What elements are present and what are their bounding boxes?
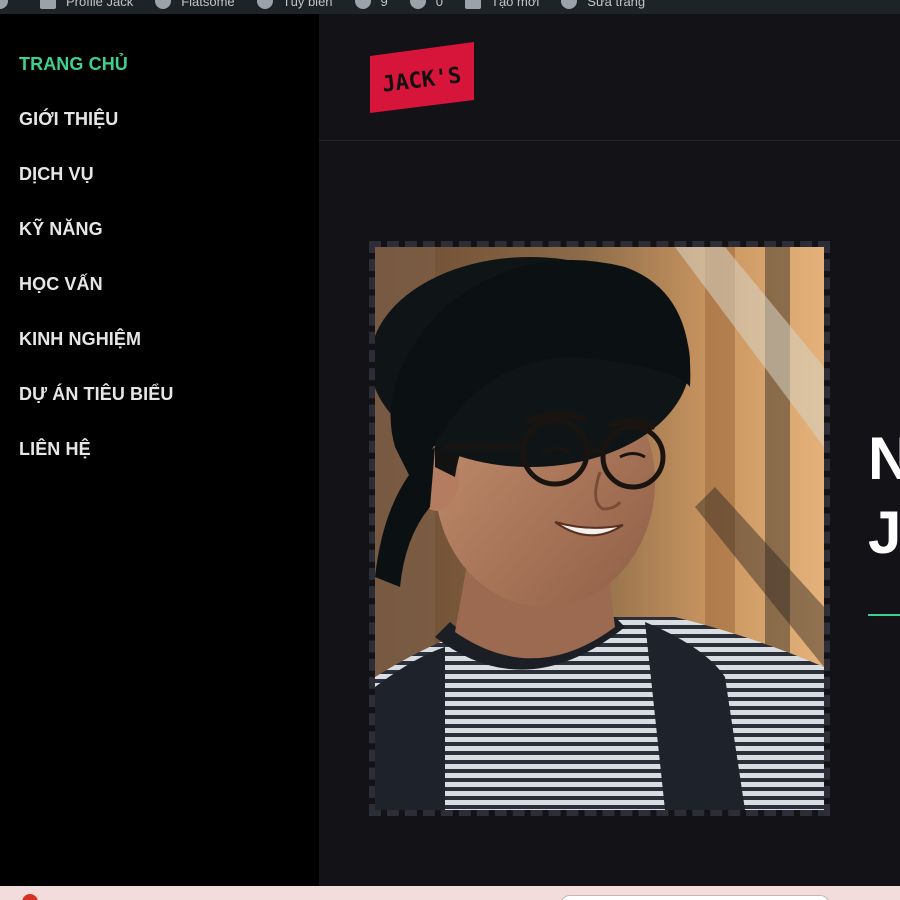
admin-bar-edit[interactable]: Sửa trang bbox=[561, 0, 645, 9]
hero-title-line2: J bbox=[868, 499, 900, 566]
browser-bottom-bar bbox=[0, 886, 900, 900]
nav-item-trang-chu[interactable]: TRANG CHỦ bbox=[19, 52, 173, 107]
updates-icon bbox=[354, 0, 371, 9]
nav-item-gioi-thieu[interactable]: GIỚI THIỆU bbox=[19, 107, 173, 162]
admin-bar-new[interactable]: Tạo mới bbox=[465, 0, 539, 9]
home-icon bbox=[40, 0, 56, 9]
admin-bar: Profile Jack Flatsome Tùy biến 9 0 Tạo m… bbox=[0, 0, 900, 14]
nav-item-kinh-nghiem[interactable]: KINH NGHIỆM bbox=[19, 327, 173, 382]
plus-icon bbox=[465, 0, 482, 9]
edit-icon bbox=[561, 0, 578, 9]
bottom-input[interactable] bbox=[560, 895, 830, 900]
nav-item-dich-vu[interactable]: DỊCH VỤ bbox=[19, 162, 173, 217]
wordpress-icon bbox=[0, 0, 8, 9]
admin-bar-site[interactable]: Profile Jack bbox=[40, 0, 133, 9]
nav-item-ky-nang[interactable]: KỸ NĂNG bbox=[19, 217, 173, 272]
admin-bar-updates[interactable]: 9 bbox=[354, 0, 388, 9]
sidebar: TRANG CHỦ GIỚI THIỆU DỊCH VỤ KỸ NĂNG HỌC… bbox=[0, 14, 319, 886]
sidebar-nav: TRANG CHỦ GIỚI THIỆU DỊCH VỤ KỸ NĂNG HỌC… bbox=[19, 52, 173, 492]
admin-bar-theme[interactable]: Flatsome bbox=[155, 0, 235, 9]
hero-section: N J bbox=[319, 142, 900, 886]
admin-bar-wordpress[interactable] bbox=[0, 0, 18, 9]
admin-bar-comments[interactable]: 0 bbox=[409, 0, 443, 9]
site-header: JACK'S bbox=[319, 14, 900, 141]
nav-item-lien-he[interactable]: LIÊN HỆ bbox=[19, 437, 173, 492]
hero-title-line1: N bbox=[868, 425, 900, 492]
profile-photo-frame bbox=[369, 241, 830, 816]
profile-photo bbox=[375, 247, 824, 810]
hero-title: N J bbox=[868, 422, 900, 570]
nav-item-hoc-van[interactable]: HỌC VẤN bbox=[19, 272, 173, 327]
site-logo[interactable]: JACK'S bbox=[370, 42, 474, 113]
hero-accent-line bbox=[868, 614, 900, 616]
nav-item-du-an-tieu-bieu[interactable]: DỰ ÁN TIÊU BIỂU bbox=[19, 382, 173, 437]
theme-icon bbox=[155, 0, 172, 9]
customize-icon bbox=[256, 0, 273, 9]
notification-icon[interactable] bbox=[22, 894, 38, 900]
comments-icon bbox=[409, 0, 426, 9]
admin-bar-customize[interactable]: Tùy biến bbox=[256, 0, 333, 9]
